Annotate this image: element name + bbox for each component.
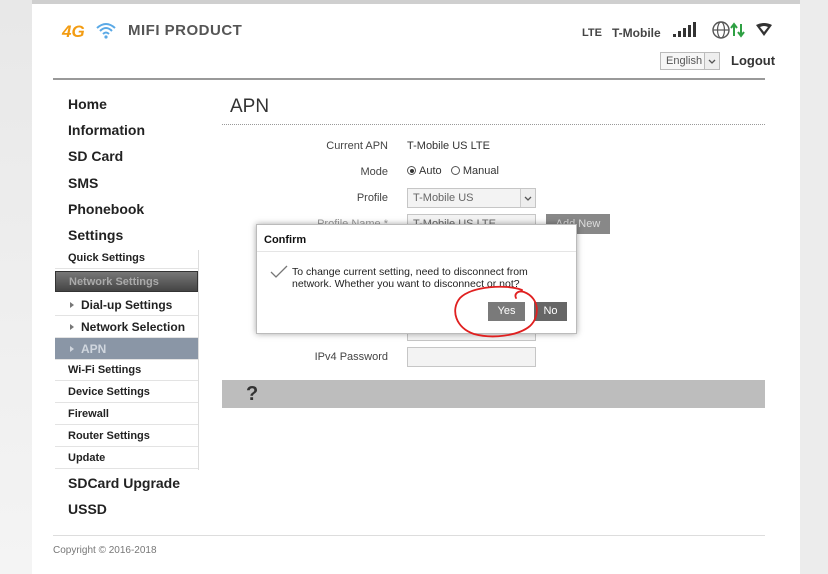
sidebar-item-home[interactable]: Home	[68, 96, 211, 112]
page-title: APN	[230, 96, 270, 117]
wifi-status-icon	[756, 23, 772, 36]
profile-select[interactable]: T-Mobile US	[407, 188, 536, 208]
radio-selected-icon	[407, 166, 416, 175]
sidebar-item-sms[interactable]: SMS	[68, 175, 211, 191]
triangle-right-icon	[70, 324, 74, 330]
sidebar-item-apn[interactable]: APN	[55, 338, 198, 360]
chevron-down-icon	[520, 189, 535, 207]
sidebar-item-information[interactable]: Information	[68, 122, 211, 138]
profile-label: Profile	[356, 192, 388, 204]
sidebar-item-wifi-settings[interactable]: Wi-Fi Settings	[55, 360, 198, 381]
mode-auto-label: Auto	[419, 165, 442, 177]
logout-link[interactable]: Logout	[731, 53, 775, 68]
triangle-right-icon	[70, 302, 74, 308]
sidebar-item-sdcard-upgrade[interactable]: SDCard Upgrade	[68, 475, 211, 491]
sidebar-item-network-selection[interactable]: Network Selection	[55, 316, 198, 338]
wifi-icon	[96, 23, 116, 39]
sidebar-item-device-settings[interactable]: Device Settings	[55, 382, 198, 403]
left-edge	[0, 0, 32, 574]
sidebar-item-label: Dial-up Settings	[81, 298, 173, 312]
current-apn-value: T-Mobile US LTE	[407, 140, 490, 152]
mode-manual-radio[interactable]: Manual	[450, 165, 499, 177]
sidebar-item-sd-card[interactable]: SD Card	[68, 148, 211, 164]
ipv4-password-label: IPv4 Password	[314, 351, 388, 363]
language-select[interactable]: English	[660, 52, 720, 70]
copyright: Copyright © 2016-2018	[53, 545, 157, 556]
sidebar-item-phonebook[interactable]: Phonebook	[68, 201, 211, 217]
language-value: English	[666, 55, 703, 67]
product-name: MIFI PRODUCT	[128, 22, 243, 39]
profile-value: T-Mobile US	[413, 192, 474, 204]
mode-label: Mode	[360, 166, 388, 178]
footer-divider	[53, 535, 765, 536]
network-type: LTE	[582, 27, 602, 39]
logo-4g: 4G	[62, 22, 85, 41]
sidebar-item-update[interactable]: Update	[55, 448, 198, 469]
radio-empty-icon	[450, 166, 460, 175]
browser-frame: 4G MIFI PRODUCT LTE T-Mobile English Log…	[0, 0, 828, 574]
sidebar-item-label: Network Selection	[81, 320, 186, 334]
mode-manual-label: Manual	[462, 165, 499, 177]
help-icon[interactable]: ?	[246, 383, 258, 406]
sidebar-item-ussd[interactable]: USSD	[68, 501, 211, 517]
annotation-circle	[454, 285, 538, 338]
carrier-name: T-Mobile	[612, 26, 661, 40]
sidebar-item-network-settings[interactable]: Network Settings	[55, 271, 198, 292]
chevron-down-icon	[704, 53, 719, 69]
sidebar-item-dialup-settings[interactable]: Dial-up Settings	[55, 294, 198, 316]
sidebar-item-firewall[interactable]: Firewall	[55, 404, 198, 425]
sidebar-item-quick-settings[interactable]: Quick Settings	[55, 248, 198, 269]
dialog-title: Confirm	[264, 234, 307, 246]
sidebar-item-settings[interactable]: Settings	[68, 227, 211, 243]
sidebar-item-router-settings[interactable]: Router Settings	[55, 426, 198, 447]
mode-radio-group: Auto Manual	[407, 165, 499, 177]
dialog-title-divider	[257, 251, 576, 252]
mode-auto-radio[interactable]: Auto	[407, 165, 442, 177]
sidebar-divider	[198, 250, 199, 470]
ipv4-password-input[interactable]	[407, 347, 536, 367]
triangle-right-icon	[70, 346, 74, 352]
signal-icon	[673, 22, 696, 37]
globe-data-icon	[712, 21, 745, 39]
sidebar-item-label: APN	[81, 342, 107, 356]
help-bar	[222, 380, 765, 408]
right-edge	[800, 0, 828, 574]
title-divider	[222, 124, 765, 125]
current-apn-label: Current APN	[326, 140, 388, 152]
header-divider	[53, 78, 765, 80]
check-icon	[270, 265, 288, 278]
